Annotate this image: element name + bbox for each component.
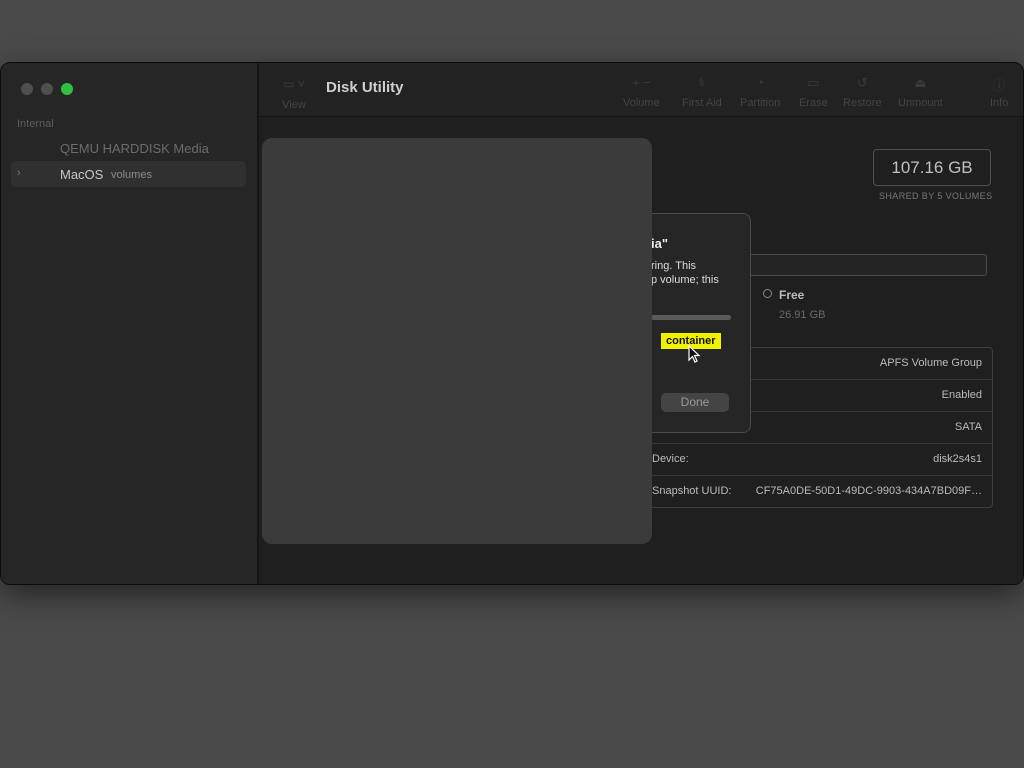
info-button[interactable]: ⓘ Info [990, 75, 1008, 109]
progress-bar [651, 315, 731, 320]
toolbar: ▭ ˅ View Disk Utility + − Volume ⚕ First… [259, 63, 1023, 117]
first-aid-button[interactable]: ⚕ First Aid [682, 75, 722, 109]
view-label: View [282, 99, 306, 111]
sidebar-item-label: QEMU HARDDISK Media [60, 140, 209, 156]
capacity-value: 107.16 GB [873, 149, 991, 186]
sidebar-view-icon: ▭ ˅ [283, 77, 305, 91]
window-controls [21, 83, 73, 95]
partition-icon: ◔ [756, 75, 765, 90]
partition-button[interactable]: ◔ Partition [740, 75, 780, 109]
close-window-button[interactable] [21, 83, 33, 95]
volume-button[interactable]: + − Volume [623, 75, 660, 109]
app-title: Disk Utility [326, 79, 404, 96]
info-key: Device: [652, 453, 689, 465]
sidebar-item-qemu-disk[interactable]: QEMU HARDDISK Media [11, 135, 246, 161]
info-row: Snapshot UUID: CF75A0DE-50D1-49DC-9903-4… [640, 476, 992, 507]
view-button[interactable]: ▭ ˅ View [279, 77, 309, 111]
disclosure-chevron-icon[interactable]: › [17, 167, 21, 179]
partition-label: Partition [740, 97, 781, 109]
unmount-button[interactable]: ⏏ Unmount [898, 75, 943, 109]
free-legend-label: Free [779, 288, 805, 302]
volume-label: Volume [623, 97, 660, 109]
blank-overlay-panel [262, 138, 652, 544]
erase-icon: ▭ [807, 75, 820, 90]
dialog-message: ring. This p volume; this [651, 259, 750, 287]
info-icon: ⓘ [992, 78, 1006, 93]
eject-icon: ⏏ [914, 75, 927, 90]
zoom-window-button[interactable] [61, 83, 73, 95]
first-aid-label: First Aid [682, 97, 722, 109]
dialog-message-line: ring. This [651, 260, 697, 272]
info-value: CF75A0DE-50D1-49DC-9903-434A7BD09F… [755, 485, 982, 497]
info-label: Info [990, 97, 1009, 109]
dialog-message-line: p volume; this [651, 274, 719, 286]
add-remove-volume-icon: + − [631, 75, 651, 90]
restore-button[interactable]: ↺ Restore [843, 75, 882, 109]
info-key: Snapshot UUID: [652, 485, 732, 497]
info-value: SATA [954, 421, 982, 433]
sidebar-section-internal: Internal [17, 118, 54, 130]
info-value: disk2s4s1 [933, 453, 982, 465]
progress-bar-fill [651, 315, 731, 320]
info-row: Device: disk2s4s1 [640, 444, 992, 476]
dialog-title: ia" [651, 236, 669, 251]
sidebar-item-macos[interactable]: › MacOS volumes [11, 161, 246, 187]
mouse-pointer-icon [688, 345, 701, 363]
info-value: APFS Volume Group [879, 357, 982, 369]
stethoscope-icon: ⚕ [698, 75, 706, 90]
restore-label: Restore [843, 97, 882, 109]
unmount-label: Unmount [898, 97, 943, 109]
erase-label: Erase [799, 97, 828, 109]
free-legend-icon [763, 289, 772, 298]
sidebar-item-label: MacOS [60, 166, 104, 182]
free-legend-value: 26.91 GB [779, 309, 826, 321]
done-button[interactable]: Done [661, 393, 729, 412]
sidebar-item-sublabel: volumes [111, 169, 152, 181]
minimize-window-button[interactable] [41, 83, 53, 95]
restore-icon: ↺ [856, 75, 868, 90]
sidebar: Internal QEMU HARDDISK Media › MacOS vol… [1, 63, 259, 584]
info-value: Enabled [941, 389, 982, 401]
shared-volumes-caption: SHARED BY 5 VOLUMES [879, 191, 993, 201]
erase-button[interactable]: ▭ Erase [799, 75, 828, 109]
